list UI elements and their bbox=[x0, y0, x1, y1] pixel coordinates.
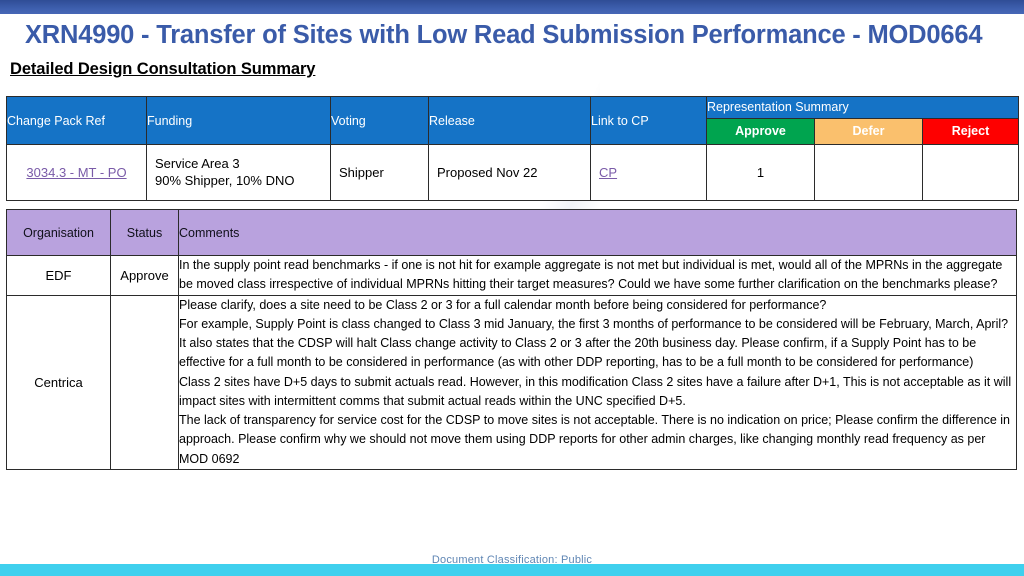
header-defer: Defer bbox=[814, 117, 923, 146]
header-voting: Voting bbox=[330, 96, 429, 145]
comments-header-row: Organisation Status Comments bbox=[6, 209, 1017, 256]
table-row: EDF Approve In the supply point read ben… bbox=[6, 255, 1017, 296]
comment-paragraph: In the supply point read benchmarks - if… bbox=[179, 258, 1003, 292]
summary-header-row-1: Change Pack Ref Funding Voting Release L… bbox=[6, 96, 1019, 145]
cell-reject-count bbox=[922, 144, 1019, 201]
cell-status: Approve bbox=[110, 255, 179, 296]
header-change-pack-ref: Change Pack Ref bbox=[6, 96, 147, 145]
header-comments: Comments bbox=[178, 209, 1017, 256]
header-funding: Funding bbox=[146, 96, 331, 145]
cell-defer-count bbox=[814, 144, 923, 201]
page-title: XRN4990 - Transfer of Sites with Low Rea… bbox=[25, 21, 983, 49]
top-accent-band-gradient bbox=[0, 0, 1024, 14]
cell-release: Proposed Nov 22 bbox=[428, 144, 591, 201]
header-organisation: Organisation bbox=[6, 209, 111, 256]
cell-organisation: Centrica bbox=[6, 294, 111, 470]
comment-paragraph: Please clarify, does a site need to be C… bbox=[179, 297, 827, 312]
cell-organisation: EDF bbox=[6, 255, 111, 296]
cell-approve-count: 1 bbox=[706, 144, 815, 201]
comment-paragraph: It also states that the CDSP will halt C… bbox=[179, 336, 977, 370]
top-accent-band bbox=[0, 0, 1024, 14]
cell-voting: Shipper bbox=[330, 144, 429, 201]
cp-link[interactable]: CP bbox=[599, 165, 617, 180]
consultation-comments-table: Organisation Status Comments EDF Approve… bbox=[6, 209, 1017, 470]
header-reject: Reject bbox=[922, 117, 1019, 146]
funding-split: 90% Shipper, 10% DNO bbox=[155, 172, 295, 188]
header-release: Release bbox=[428, 96, 591, 145]
cell-comments: Please clarify, does a site need to be C… bbox=[178, 294, 1017, 470]
comment-paragraph: For example, Supply Point is class chang… bbox=[179, 316, 1009, 331]
summary-data-row: 3034.3 - MT - PO Service Area 3 90% Ship… bbox=[6, 144, 1019, 201]
header-link-to-cp: Link to CP bbox=[590, 96, 707, 145]
page-subtitle: Detailed Design Consultation Summary bbox=[10, 60, 316, 78]
header-representation-summary: Representation Summary bbox=[706, 96, 1019, 119]
change-summary-table: Change Pack Ref Funding Voting Release L… bbox=[6, 96, 1019, 201]
funding-service-area: Service Area 3 bbox=[155, 155, 240, 171]
cell-comments: In the supply point read benchmarks - if… bbox=[178, 255, 1017, 296]
header-approve: Approve bbox=[706, 117, 815, 146]
change-pack-ref-link[interactable]: 3034.3 - MT - PO bbox=[26, 165, 126, 180]
cell-funding: Service Area 3 90% Shipper, 10% DNO bbox=[146, 144, 331, 201]
document-classification-footer: Document Classification: Public bbox=[431, 554, 593, 566]
header-status: Status bbox=[110, 209, 179, 256]
comment-paragraph: The lack of transparency for service cos… bbox=[179, 413, 1010, 466]
table-row: Centrica Please clarify, does a site nee… bbox=[6, 294, 1017, 470]
cell-link-to-cp: CP bbox=[590, 144, 707, 201]
comment-paragraph: Class 2 sites have D+5 days to submit ac… bbox=[179, 374, 1012, 408]
cell-change-pack-ref: 3034.3 - MT - PO bbox=[6, 144, 147, 201]
cell-status bbox=[110, 294, 179, 470]
